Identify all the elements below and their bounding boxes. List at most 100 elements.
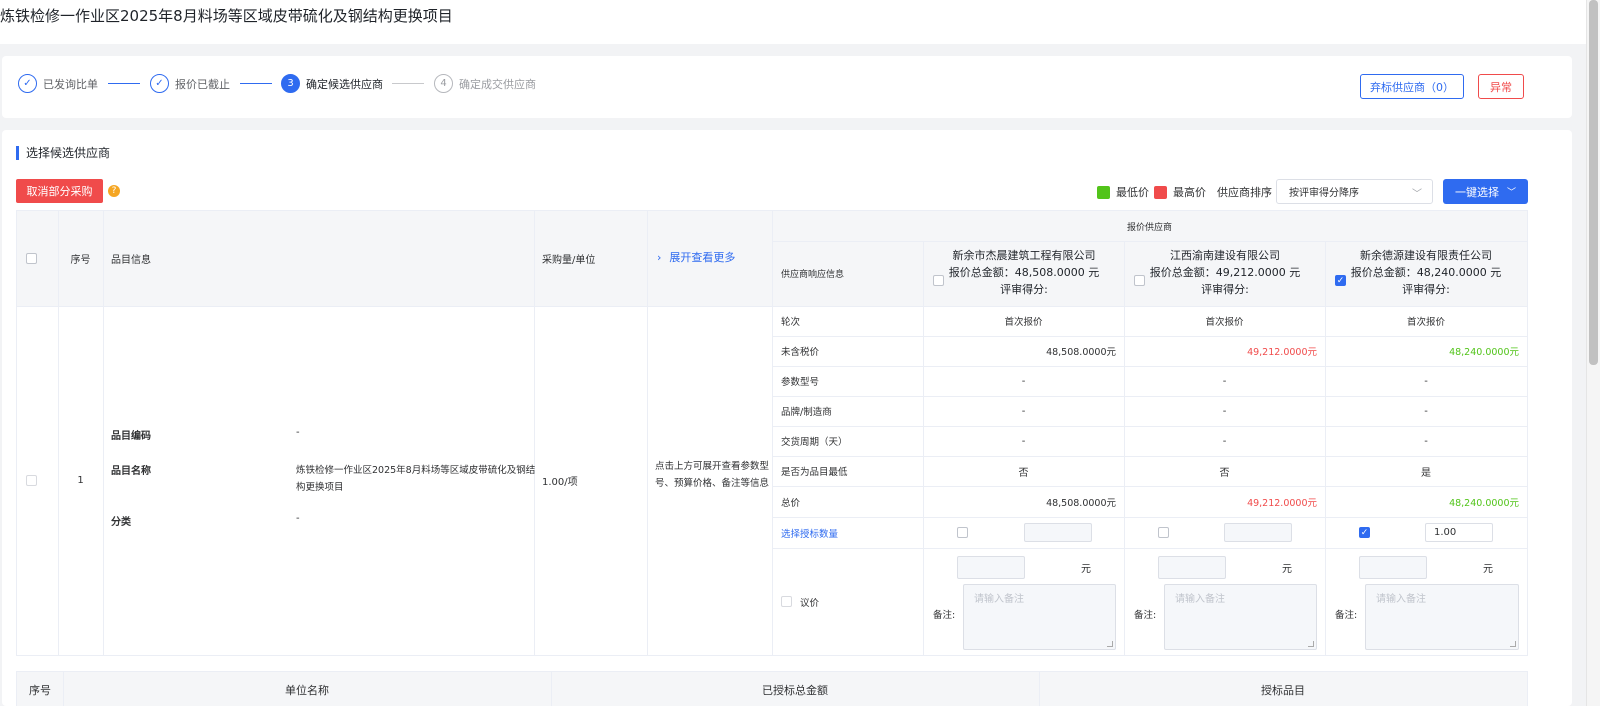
supplier-total: 报价总金额：49,212.0000 元 <box>1149 266 1301 279</box>
seq-header: 序号 <box>70 255 91 266</box>
attr-value: 首次报价 <box>1004 317 1043 328</box>
negotiate-checkbox[interactable] <box>781 596 792 607</box>
step-2: ✓ 报价已截止 <box>150 74 230 93</box>
award-qty-label: 选择授标数量 <box>781 528 839 540</box>
negotiate-label: 议价 <box>800 597 820 609</box>
step-connector <box>240 83 272 84</box>
expand-more-label: 展开查看更多 <box>669 251 736 264</box>
scrollbar-thumb[interactable] <box>1589 0 1598 365</box>
attr-value-highest: 49,212.0000元 <box>1247 347 1317 358</box>
sort-select[interactable]: 按评审得分降序 ﹀ <box>1276 179 1433 204</box>
attr-value: - <box>1424 405 1428 417</box>
item-name-label: 品目名称 <box>111 466 151 477</box>
response-info-header: 供应商响应信息 <box>781 270 845 280</box>
legend-high-label: 最高价 <box>1173 186 1206 199</box>
award-checkbox-3[interactable]: ✓ <box>1359 527 1370 538</box>
one-click-select-button[interactable]: 一键选择 ﹀ <box>1443 179 1528 204</box>
attr-value: 48,508.0000元 <box>1046 347 1116 358</box>
attr-label-price-ex-tax: 未含税价 <box>781 347 820 358</box>
sort-label: 供应商排序 <box>1217 186 1272 199</box>
award-qty-input-3[interactable]: 1.00 <box>1425 523 1493 542</box>
supplier-checkbox-2[interactable] <box>1134 275 1145 286</box>
attr-label-total: 总价 <box>781 497 801 509</box>
progress-steps: ✓ 已发询比单 ✓ 报价已截止 3 确定候选供应商 4 确定成交供应商 弃标供应… <box>2 56 1572 118</box>
award-qty-input-2[interactable] <box>1224 523 1292 542</box>
award-qty-input-1[interactable] <box>1024 523 1092 542</box>
supplier-score: 评审得分: <box>1000 283 1048 296</box>
summary-seq-header: 序号 <box>29 684 51 697</box>
supplier-header-2: 江西渝南建设有限公司 报价总金额：49,212.0000 元 评审得分: <box>1125 247 1325 298</box>
step-4: 4 确定成交供应商 <box>434 74 536 93</box>
one-click-select-label: 一键选择 <box>1454 185 1499 199</box>
abandon-supplier-button[interactable]: 弃标供应商（0） <box>1360 74 1464 99</box>
currency-unit: 元 <box>1081 564 1091 575</box>
supplier-header-3: 新余德源建设有限责任公司 报价总金额：48,240.0000 元 评审得分: <box>1326 247 1526 298</box>
remark-label: 备注: <box>1335 610 1358 621</box>
row-checkbox[interactable] <box>17 306 45 655</box>
legend-low-label: 最低价 <box>1116 186 1149 199</box>
sort-select-value: 按评审得分降序 <box>1289 188 1359 199</box>
attr-value: - <box>1021 375 1026 387</box>
currency-unit: 元 <box>1282 564 1292 575</box>
question-icon[interactable]: ? <box>108 185 120 197</box>
attr-label-delivery: 交货周期（天） <box>781 437 848 448</box>
award-checkbox-2[interactable] <box>1158 527 1169 538</box>
supplier-checkbox-3[interactable]: ✓ <box>1335 275 1346 286</box>
scrollbar[interactable] <box>1586 0 1600 706</box>
remark-textarea-2[interactable]: 请输入备注 <box>1164 584 1317 650</box>
negotiate-price-input-2[interactable] <box>1158 556 1226 579</box>
item-name-value-line2: 构更换项目 <box>296 482 344 493</box>
title-bar: 炼铁检修一作业区2025年8月料场等区域皮带硫化及钢结构更换项目 <box>0 0 1586 44</box>
attr-value: 首次报价 <box>1406 317 1445 328</box>
step-number: 4 <box>434 74 453 93</box>
summary-items-header: 授标品目 <box>1261 684 1305 697</box>
supplier-checkbox-1[interactable] <box>933 275 944 286</box>
attr-value: 48,508.0000元 <box>1046 497 1116 509</box>
award-checkbox-1[interactable] <box>957 527 968 538</box>
step-connector <box>108 83 140 84</box>
candidate-supplier-panel: 选择候选供应商 取消部分采购 ? 最低价 最高价 供应商排序 按评审得分降序 ﹀… <box>2 130 1572 706</box>
supplier-header-1: 新余市杰晨建筑工程有限公司 报价总金额：48,508.0000 元 评审得分: <box>924 247 1124 298</box>
green-swatch <box>1097 185 1110 199</box>
supplier-score: 评审得分: <box>1201 283 1249 296</box>
step-label: 已发询比单 <box>43 77 98 91</box>
award-summary-table: 序号 单位名称 已授标总金额 授标品目 <box>16 671 1528 706</box>
expand-more-link[interactable]: › 展开查看更多 <box>657 247 735 267</box>
supplier-total: 报价总金额：48,508.0000 元 <box>948 266 1100 279</box>
attr-value: - <box>1021 435 1026 447</box>
remark-textarea-1[interactable]: 请输入备注 <box>963 584 1116 650</box>
step-number: 3 <box>281 74 300 93</box>
chevron-down-icon: ﹀ <box>1506 188 1516 198</box>
summary-unit-header: 单位名称 <box>285 684 329 697</box>
negotiate-price-input-3[interactable] <box>1359 556 1427 579</box>
cancel-partial-purchase-button[interactable]: 取消部分采购 <box>16 179 103 203</box>
attr-value: 是 <box>1421 467 1431 479</box>
attr-value: - <box>1424 375 1428 387</box>
page-title: 炼铁检修一作业区2025年8月料场等区域皮带硫化及钢结构更换项目 <box>0 7 453 25</box>
remark-textarea-3[interactable]: 请输入备注 <box>1365 584 1519 650</box>
step-label: 确定成交供应商 <box>459 77 536 91</box>
exception-button[interactable]: 异常 <box>1478 74 1524 99</box>
attr-label-brand: 品牌/制造商 <box>781 407 832 418</box>
attr-value: 首次报价 <box>1205 317 1244 328</box>
item-code-label: 品目编码 <box>111 431 151 442</box>
summary-amount-header: 已授标总金额 <box>762 684 828 697</box>
supplier-name: 新余德源建设有限责任公司 <box>1360 249 1492 262</box>
attr-value: 否 <box>1219 467 1230 479</box>
step-1: ✓ 已发询比单 <box>18 74 98 93</box>
row-seq: 1 <box>77 475 84 486</box>
attr-label-model: 参数型号 <box>781 377 820 388</box>
negotiate-price-input-1[interactable] <box>957 556 1025 579</box>
supplier-name: 江西渝南建设有限公司 <box>1170 249 1280 262</box>
legend-low: 最低价 <box>1097 184 1149 200</box>
supplier-score: 评审得分: <box>1402 283 1450 296</box>
attr-value: - <box>1424 435 1428 447</box>
check-icon: ✓ <box>150 74 169 93</box>
comparison-table: 序号 品目信息 采购量/单位 › 展开查看更多 报价供应商 供应商响应信息 新余… <box>16 210 1528 656</box>
chevron-down-icon: ﹀ <box>1412 189 1422 200</box>
select-all-checkbox[interactable] <box>17 211 45 306</box>
negotiate-option[interactable]: 议价 <box>781 548 819 655</box>
red-swatch <box>1154 185 1167 199</box>
chevron-right-icon: › <box>657 250 662 264</box>
step-label: 确定候选供应商 <box>306 77 383 91</box>
